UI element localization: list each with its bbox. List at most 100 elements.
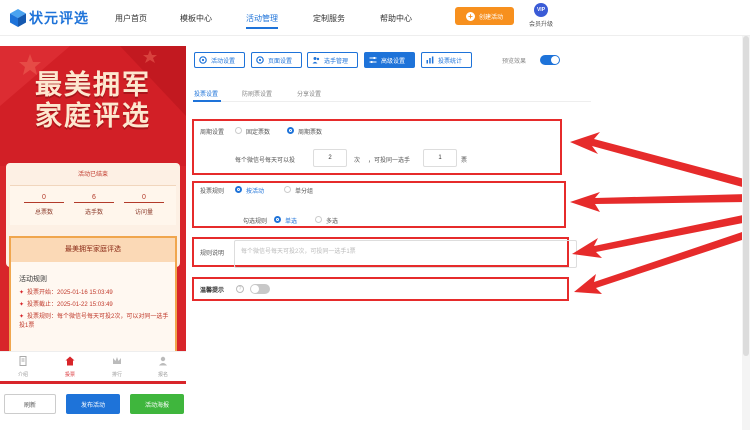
nav-template-center[interactable]: 模板中心: [180, 13, 212, 24]
nav-active-indicator: [246, 27, 278, 29]
page-scrollbar[interactable]: [742, 36, 750, 430]
annotation-box-tip: [192, 277, 569, 301]
radio-by-activity[interactable]: [235, 186, 242, 193]
radio-single-select-label[interactable]: 单选: [285, 216, 297, 225]
tab-share-settings[interactable]: 分享设置: [297, 89, 321, 98]
cycle-settings-label: 周期设置: [200, 130, 225, 136]
toolbar-button-label: 选手管理: [324, 58, 349, 65]
stat-visits: 0 访问量: [124, 194, 164, 216]
document-icon: [19, 356, 27, 366]
nav-custom-service[interactable]: 定制服务: [313, 13, 345, 24]
create-activity-button[interactable]: + 创建活动: [455, 7, 514, 25]
bottom-nav-signup[interactable]: 报名: [148, 356, 178, 378]
subtab-active-indicator: [193, 100, 221, 102]
vote-stats-button[interactable]: 投票统计: [421, 52, 472, 68]
bottom-nav-label: 排行: [111, 372, 122, 378]
stat-value: 0: [124, 194, 164, 203]
toggle-knob: [551, 56, 559, 64]
activity-poster-button[interactable]: 活动海报: [130, 394, 184, 414]
bottom-nav-intro[interactable]: 介绍: [8, 356, 38, 378]
cross-bullet-icon: ✦: [19, 290, 25, 296]
nav-help-center[interactable]: 帮助中心: [380, 13, 412, 24]
arrow-tip-icon: [574, 230, 748, 294]
rules-card-title: 最美拥军家庭评选: [11, 238, 175, 262]
stat-contestants: 6 选手数: [74, 194, 114, 216]
votes-same-contestant-input[interactable]: 1: [423, 149, 457, 167]
cross-bullet-icon: ✦: [19, 302, 25, 308]
radio-multi-select-label[interactable]: 多选: [326, 216, 338, 225]
preview-effect-toggle[interactable]: [540, 55, 560, 65]
contestant-manage-button[interactable]: 选手管理: [307, 52, 358, 68]
advanced-settings-button[interactable]: 高级设置: [364, 52, 415, 68]
rule-end: ✦ 投票截止：2025-01-22 15:03:49: [19, 301, 169, 310]
radio-fixed-votes[interactable]: [235, 127, 242, 134]
nav-user-home[interactable]: 用户首页: [115, 13, 147, 24]
home-icon: [65, 356, 75, 366]
bottom-nav-vote[interactable]: 投票: [55, 356, 85, 378]
bar-chart-icon: [426, 56, 434, 64]
bottom-nav-ranking[interactable]: 排行: [102, 356, 132, 378]
tip-label: 温馨提示: [200, 288, 225, 294]
toolbar-button-label: 活动设置: [211, 58, 236, 65]
radio-single-select[interactable]: [274, 216, 281, 223]
cube-logo-icon: [10, 9, 26, 27]
cross-bullet-icon: ✦: [19, 314, 25, 320]
bottom-nav-label: 介绍: [17, 372, 28, 378]
plus-icon: +: [465, 11, 475, 21]
radio-by-activity-label[interactable]: 按活动: [246, 186, 264, 195]
brand-logo[interactable]: 状元评选: [10, 8, 89, 28]
stat-label: 访问量: [134, 210, 153, 216]
user-icon: [159, 356, 167, 366]
stats-row: 0 总票数 6 选手数 0 访问量: [10, 185, 176, 225]
stat-value: 6: [74, 194, 114, 203]
refresh-button[interactable]: 刷新: [4, 394, 56, 414]
tab-vote-settings[interactable]: 投票设置: [194, 89, 218, 98]
page-gear-icon: [256, 56, 264, 64]
radio-multi-select[interactable]: [315, 216, 322, 223]
crown-icon: [113, 357, 121, 364]
publish-activity-button[interactable]: 发布活动: [66, 394, 120, 414]
toolbar-button-label: 投票统计: [438, 58, 463, 65]
activity-settings-button[interactable]: 活动设置: [194, 52, 245, 68]
rules-heading: 活动规则: [19, 276, 47, 283]
hero-title-line2: 家庭评选: [35, 101, 151, 131]
top-navbar: 状元评选 用户首页 模板中心 活动管理 定制服务 帮助中心 + 创建活动 VIP…: [0, 0, 750, 36]
vip-upgrade-label: 会员升级: [528, 22, 553, 28]
cycle-text-unit: 次: [354, 158, 361, 164]
stat-label: 总票数: [34, 210, 53, 216]
mobile-preview: 最美拥军 家庭评选 活动已结束 0 总票数 6 选手数 0 访问量 最美拥军家庭…: [0, 46, 186, 384]
cycle-text-prefix: 每个微信号每天可以投: [235, 158, 296, 164]
arrow-cycle-icon: [570, 132, 748, 188]
votes-per-day-input[interactable]: 2: [313, 149, 347, 167]
annotation-arrows: [570, 132, 748, 294]
bottom-nav-label: 投票: [64, 372, 75, 378]
stat-value: 0: [24, 194, 64, 203]
hero-title: 最美拥军 家庭评选: [0, 70, 186, 132]
vote-rule-label: 投票规则: [200, 189, 225, 195]
toolbar-button-label: 页面设置: [268, 58, 293, 65]
toolbar-button-label: 高级设置: [381, 58, 406, 65]
vip-badge-icon: VIP: [534, 3, 548, 17]
scrollbar-thumb[interactable]: [743, 36, 749, 356]
stat-label: 选手数: [84, 210, 103, 216]
create-activity-label: 创建活动: [478, 14, 503, 21]
radio-cycle-votes[interactable]: [287, 127, 294, 134]
radio-fixed-votes-label[interactable]: 固定票数: [246, 127, 270, 136]
select-rule-label: 勾选规则: [243, 219, 268, 225]
tip-toggle[interactable]: [250, 284, 270, 294]
rule-desc-textarea[interactable]: 每个微信号每天可投2次，可投同一选手1票: [234, 240, 577, 268]
help-icon[interactable]: ?: [236, 285, 244, 293]
radio-cycle-votes-label[interactable]: 周期票数: [298, 127, 322, 136]
radio-single-group[interactable]: [284, 186, 291, 193]
radio-single-group-label[interactable]: 单分组: [295, 186, 313, 195]
hero-title-line1: 最美拥军: [35, 70, 151, 100]
rule-desc-label: 规则说明: [200, 251, 225, 257]
brand-name: 状元评选: [29, 10, 89, 26]
tab-anti-fraud-settings[interactable]: 防刷票设置: [242, 89, 272, 98]
toggle-knob: [251, 285, 259, 293]
cycle-text-suffix: 票: [461, 158, 468, 164]
vip-upgrade[interactable]: VIP 会员升级: [526, 3, 556, 28]
page-settings-button[interactable]: 页面设置: [251, 52, 302, 68]
activity-status: 活动已结束: [77, 172, 108, 178]
nav-activity-manage[interactable]: 活动管理: [246, 13, 278, 24]
